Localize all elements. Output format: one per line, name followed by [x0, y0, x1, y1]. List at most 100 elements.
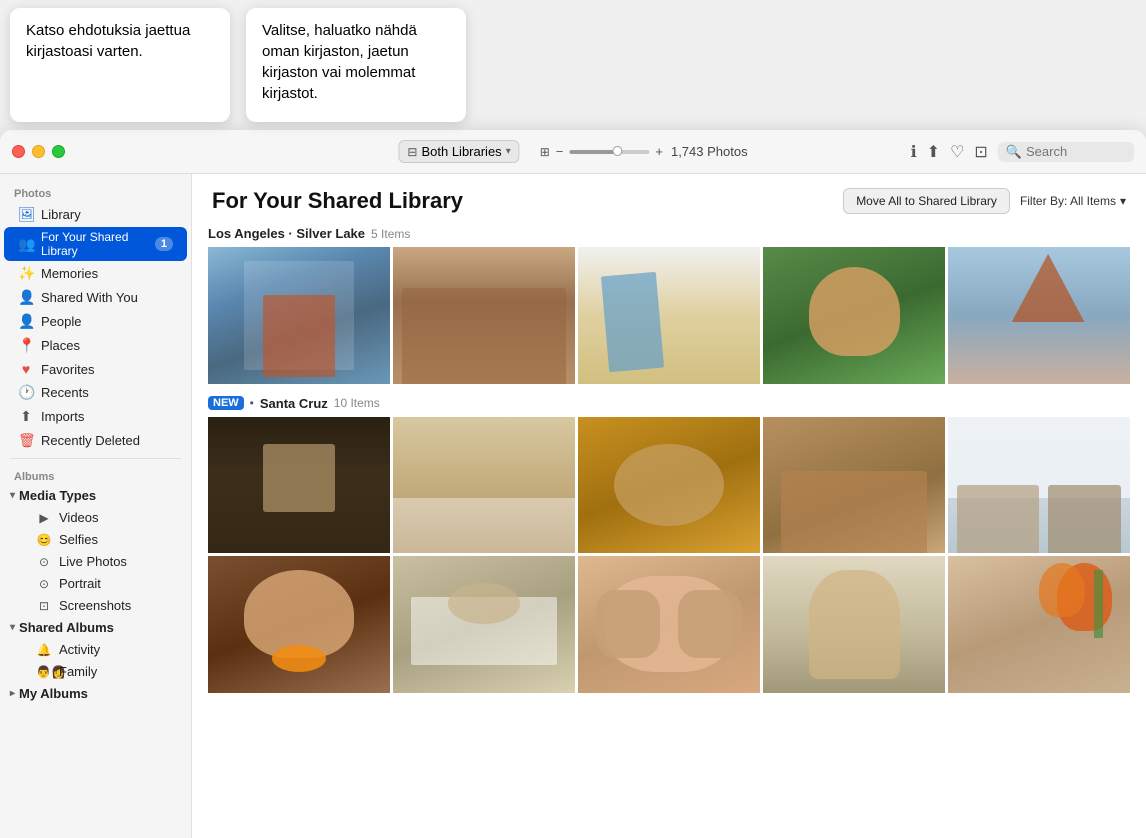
close-button[interactable] [12, 145, 25, 158]
sidebar-item-label: Shared With You [41, 290, 138, 305]
my-albums-toggle[interactable]: ▸ My Albums [0, 683, 191, 704]
sidebar-item-label: Memories [41, 266, 98, 281]
zoom-plus[interactable]: + [655, 144, 663, 159]
photo-cell[interactable] [763, 247, 945, 384]
sidebar-item-screenshots[interactable]: ⊡ Screenshots [4, 595, 187, 616]
sidebar-item-label: People [41, 314, 81, 329]
section-header-sc: NEW • Santa Cruz 10 Items [208, 396, 1130, 411]
sidebar-item-places[interactable]: 📍 Places [4, 334, 187, 357]
family-icon: 👨‍👩 [36, 665, 52, 679]
sidebar-item-shared-with-you[interactable]: 👤 Shared With You [4, 286, 187, 309]
search-box[interactable]: 🔍 [998, 142, 1134, 162]
sidebar-item-videos[interactable]: ▶ Videos [4, 507, 187, 528]
filter-label: Filter By: All Items [1020, 194, 1116, 208]
shared-library-badge: 1 [155, 237, 173, 251]
section-count-sc: 10 Items [334, 396, 380, 410]
library-selector[interactable]: ⊟ Both Libraries ▾ [398, 140, 519, 163]
photo-cell[interactable] [208, 556, 390, 693]
info-icon[interactable]: ℹ [911, 142, 917, 162]
section-header-la: Los Angeles · Silver Lake 5 Items [208, 226, 1130, 241]
sidebar-item-imports[interactable]: ⬆ Imports [4, 405, 187, 428]
sidebar-item-label: Recently Deleted [41, 433, 140, 448]
tooltip-overlay: Katso ehdotuksia jaettua kirjastoasi var… [0, 0, 1146, 130]
titlebar: ⊟ Both Libraries ▾ ⊞ − + 1,743 Photos ℹ … [0, 130, 1146, 174]
sidebar-item-label: Imports [41, 409, 84, 424]
sidebar-item-label: Family [59, 664, 97, 679]
traffic-lights [12, 145, 65, 158]
chevron-down-icon: ▾ [506, 146, 511, 157]
photo-cell[interactable] [578, 417, 760, 554]
photo-cell[interactable] [578, 556, 760, 693]
section-santa-cruz: NEW • Santa Cruz 10 Items [192, 392, 1146, 701]
sidebar-item-label: Favorites [41, 362, 94, 377]
content-header-actions: Move All to Shared Library Filter By: Al… [843, 188, 1126, 214]
photo-cell[interactable] [763, 417, 945, 554]
sidebar-item-label: Recents [41, 385, 89, 400]
heart-icon[interactable]: ♡ [950, 142, 964, 162]
section-count-la: 5 Items [371, 227, 410, 241]
sidebar-item-family[interactable]: 👨‍👩 Family [4, 661, 187, 682]
photo-cell[interactable] [578, 247, 760, 384]
screenshots-icon: ⊡ [36, 599, 52, 613]
photo-cell[interactable] [393, 247, 575, 384]
sidebar-divider-1 [10, 458, 181, 459]
photo-cell[interactable] [208, 247, 390, 384]
search-icon: 🔍 [1006, 144, 1022, 160]
sidebar-item-label: Selfies [59, 532, 98, 547]
sidebar-item-memories[interactable]: ✨ Memories [4, 262, 187, 285]
media-types-label: Media Types [19, 488, 96, 503]
sidebar-item-portrait[interactable]: ⊙ Portrait [4, 573, 187, 594]
fullscreen-button[interactable] [52, 145, 65, 158]
sidebar-item-library[interactable]: 🖼 Library [4, 203, 187, 226]
zoom-minus[interactable]: − [556, 144, 564, 159]
sidebar-item-label: Places [41, 338, 80, 353]
shared-albums-label: Shared Albums [19, 620, 114, 635]
sidebar: Photos 🖼 Library 👥 For Your Shared Libra… [0, 174, 192, 838]
favorites-icon: ♥ [18, 361, 34, 377]
sidebar-item-label: Activity [59, 642, 100, 657]
shared-albums-toggle[interactable]: ▾ Shared Albums [0, 617, 191, 638]
zoom-control: ⊞ − + [540, 144, 663, 159]
sidebar-item-for-shared-library[interactable]: 👥 For Your Shared Library 1 [4, 227, 187, 261]
filter-control[interactable]: Filter By: All Items ▾ [1020, 194, 1126, 208]
titlebar-right: ℹ ⬆ ♡ ⊡ 🔍 [911, 142, 1134, 162]
photo-cell[interactable] [948, 417, 1130, 554]
main-window: ⊟ Both Libraries ▾ ⊞ − + 1,743 Photos ℹ … [0, 130, 1146, 838]
tooltip-2: Valitse, haluatko nähdä oman kirjaston, … [246, 8, 466, 122]
trash-icon: 🗑 [18, 432, 34, 449]
sidebar-item-label: For Your Shared Library [41, 230, 148, 258]
sidebar-item-selfies[interactable]: 😊 Selfies [4, 529, 187, 550]
search-input[interactable] [1026, 144, 1126, 159]
move-all-button[interactable]: Move All to Shared Library [843, 188, 1010, 214]
shared-library-icon: 👥 [18, 236, 34, 253]
photo-cell[interactable] [948, 556, 1130, 693]
tooltip-1: Katso ehdotuksia jaettua kirjastoasi var… [10, 8, 230, 122]
selfies-icon: 😊 [36, 533, 52, 547]
photo-cell[interactable] [393, 556, 575, 693]
photo-cell[interactable] [763, 556, 945, 693]
zoom-slider[interactable] [569, 150, 649, 154]
share-icon[interactable]: ⬆ [927, 142, 940, 162]
sidebar-item-favorites[interactable]: ♥ Favorites [4, 358, 187, 380]
imports-icon: ⬆ [18, 408, 34, 425]
places-icon: 📍 [18, 337, 34, 354]
photo-cell[interactable] [393, 417, 575, 554]
sidebar-item-recents[interactable]: 🕐 Recents [4, 381, 187, 404]
sidebar-item-live-photos[interactable]: ⊙ Live Photos [4, 551, 187, 572]
my-albums-label: My Albums [19, 686, 88, 701]
new-badge: NEW [208, 396, 244, 410]
sidebar-item-label: Portrait [59, 576, 101, 591]
media-types-toggle[interactable]: ▾ Media Types [0, 485, 191, 506]
sidebar-item-label: Library [41, 207, 81, 222]
sidebar-item-activity[interactable]: 🔔 Activity [4, 639, 187, 660]
photo-cell[interactable] [208, 417, 390, 554]
grid-icon: ⊞ [540, 145, 550, 159]
minimize-button[interactable] [32, 145, 45, 158]
live-photos-icon: ⊙ [36, 555, 52, 569]
videos-icon: ▶ [36, 511, 52, 525]
rotate-icon[interactable]: ⊡ [974, 142, 987, 162]
sidebar-item-people[interactable]: 👤 People [4, 310, 187, 333]
photo-cell[interactable] [948, 247, 1130, 384]
photo-count: 1,743 Photos [671, 144, 748, 159]
sidebar-item-recently-deleted[interactable]: 🗑 Recently Deleted [4, 429, 187, 452]
